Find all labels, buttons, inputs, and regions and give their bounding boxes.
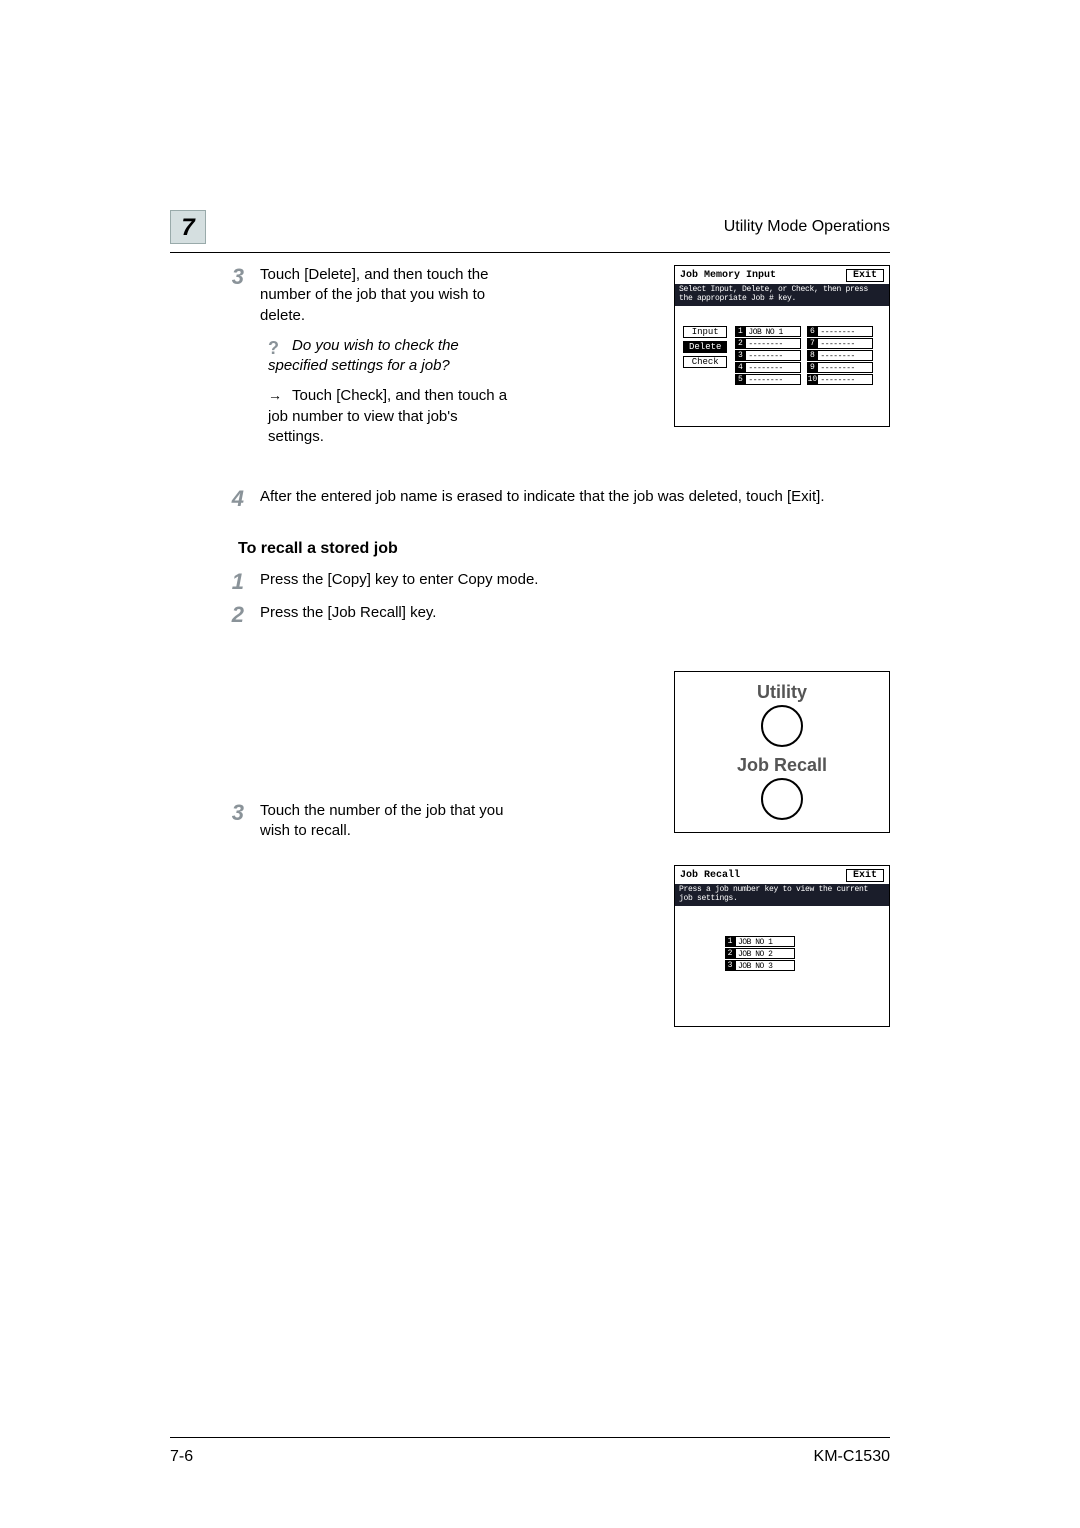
- job-label: --------: [745, 338, 801, 349]
- job-number: 2: [735, 338, 745, 349]
- job-label: --------: [745, 362, 801, 373]
- arrow-body: Touch [Check], and then touch a job numb…: [260, 386, 510, 447]
- job-number: 9: [807, 362, 817, 373]
- arrow-icon: [268, 386, 286, 402]
- job-label: --------: [817, 374, 873, 385]
- step-number: 2: [170, 603, 260, 626]
- screen-message: Select Input, Delete, or Check, then pre…: [675, 284, 889, 306]
- step-text: Press the [Copy] key to enter Copy mode.: [260, 570, 890, 590]
- job-slot[interactable]: 1JOB NO 1: [725, 936, 889, 947]
- tip-number-spacer: [170, 336, 260, 337]
- screen-body: Input Delete Check 1JOB NO 1 2-------- 3…: [675, 306, 889, 393]
- job-label: --------: [817, 362, 873, 373]
- job-memory-input-screen: Job Memory Input Exit Select Input, Dele…: [674, 265, 890, 427]
- page-header-title: Utility Mode Operations: [724, 218, 890, 236]
- job-label: --------: [745, 374, 801, 385]
- job-grid: 1JOB NO 1 2-------- 3-------- 4-------- …: [735, 326, 873, 385]
- jobrecall-key[interactable]: [761, 778, 803, 820]
- tip-body: ?Do you wish to check the specified sett…: [260, 336, 510, 377]
- job-label: JOB NO 2: [735, 948, 795, 959]
- screen-header: Job Recall Exit: [675, 866, 889, 884]
- step-text: Touch the number of the job that you wis…: [260, 801, 510, 842]
- job-number: 3: [735, 350, 745, 361]
- body-content: 3 Touch [Delete], and then touch the num…: [170, 265, 890, 852]
- model-name: KM-C1530: [814, 1448, 890, 1466]
- check-button[interactable]: Check: [683, 356, 727, 368]
- recall-step-2: 2 Press the [Job Recall] key.: [170, 603, 890, 626]
- job-label: --------: [745, 350, 801, 361]
- job-number: 6: [807, 326, 817, 337]
- utility-key-label: Utility: [725, 682, 839, 703]
- job-slot[interactable]: 7--------: [807, 338, 873, 349]
- screen-title: Job Recall: [680, 870, 740, 881]
- job-label: --------: [817, 350, 873, 361]
- screen-message: Press a job number key to view the curre…: [675, 884, 889, 906]
- footer-rule: [170, 1437, 890, 1439]
- job-col-left: 1JOB NO 1 2-------- 3-------- 4-------- …: [735, 326, 801, 385]
- question-icon: ?: [268, 336, 286, 352]
- screen-title: Job Memory Input: [680, 270, 776, 281]
- step-number: 4: [170, 487, 260, 510]
- step-text: After the entered job name is erased to …: [260, 487, 890, 507]
- step-number: 3: [170, 801, 260, 824]
- job-number: 3: [725, 960, 735, 971]
- job-slot[interactable]: 6--------: [807, 326, 873, 337]
- exit-button[interactable]: Exit: [846, 869, 884, 882]
- job-number: 5: [735, 374, 745, 385]
- exit-button[interactable]: Exit: [846, 269, 884, 282]
- job-slot[interactable]: 3JOB NO 3: [725, 960, 889, 971]
- step-4: 4 After the entered job name is erased t…: [170, 487, 890, 510]
- page-number: 7-6: [170, 1448, 193, 1466]
- job-recall-screen: Job Recall Exit Press a job number key t…: [674, 865, 890, 1027]
- job-slot[interactable]: 4--------: [735, 362, 801, 373]
- job-label: JOB NO 3: [735, 960, 795, 971]
- tip-text: Do you wish to check the specified setti…: [268, 337, 459, 374]
- job-number: 1: [725, 936, 735, 947]
- delete-button[interactable]: Delete: [683, 341, 727, 353]
- physical-key-panel: Utility Job Recall: [674, 671, 890, 833]
- utility-key[interactable]: [761, 705, 803, 747]
- job-number: 1: [735, 326, 745, 337]
- step-text: Touch [Delete], and then touch the numbe…: [260, 265, 510, 326]
- arrow-text: Touch [Check], and then touch a job numb…: [268, 387, 507, 445]
- job-col-right: 6-------- 7-------- 8-------- 9-------- …: [807, 326, 873, 385]
- job-number: 7: [807, 338, 817, 349]
- job-slot[interactable]: 8--------: [807, 350, 873, 361]
- step-text: Press the [Job Recall] key.: [260, 603, 510, 623]
- subheading-recall: To recall a stored job: [238, 540, 890, 558]
- job-slot[interactable]: 1JOB NO 1: [735, 326, 801, 337]
- recall-step-1: 1 Press the [Copy] key to enter Copy mod…: [170, 570, 890, 593]
- job-recall-body: 1JOB NO 1 2JOB NO 2 3JOB NO 3: [675, 906, 889, 981]
- step-number: 1: [170, 570, 260, 593]
- jobrecall-key-label: Job Recall: [725, 755, 839, 776]
- job-slot[interactable]: 9--------: [807, 362, 873, 373]
- job-slot[interactable]: 2JOB NO 2: [725, 948, 889, 959]
- job-number: 8: [807, 350, 817, 361]
- job-number: 10: [807, 374, 817, 385]
- chapter-number-box: 7: [170, 210, 206, 244]
- input-button[interactable]: Input: [683, 326, 727, 338]
- step-number: 3: [170, 265, 260, 288]
- job-label: --------: [817, 338, 873, 349]
- job-label: JOB NO 1: [745, 326, 801, 337]
- job-slot[interactable]: 2--------: [735, 338, 801, 349]
- job-slot[interactable]: 10--------: [807, 374, 873, 385]
- arrow-number-spacer: [170, 386, 260, 387]
- job-slot[interactable]: 5--------: [735, 374, 801, 385]
- job-number: 2: [725, 948, 735, 959]
- job-slot[interactable]: 3--------: [735, 350, 801, 361]
- mode-buttons: Input Delete Check: [683, 326, 727, 385]
- job-label: --------: [817, 326, 873, 337]
- header-rule: [170, 252, 890, 253]
- screen-header: Job Memory Input Exit: [675, 266, 889, 284]
- job-number: 4: [735, 362, 745, 373]
- job-label: JOB NO 1: [735, 936, 795, 947]
